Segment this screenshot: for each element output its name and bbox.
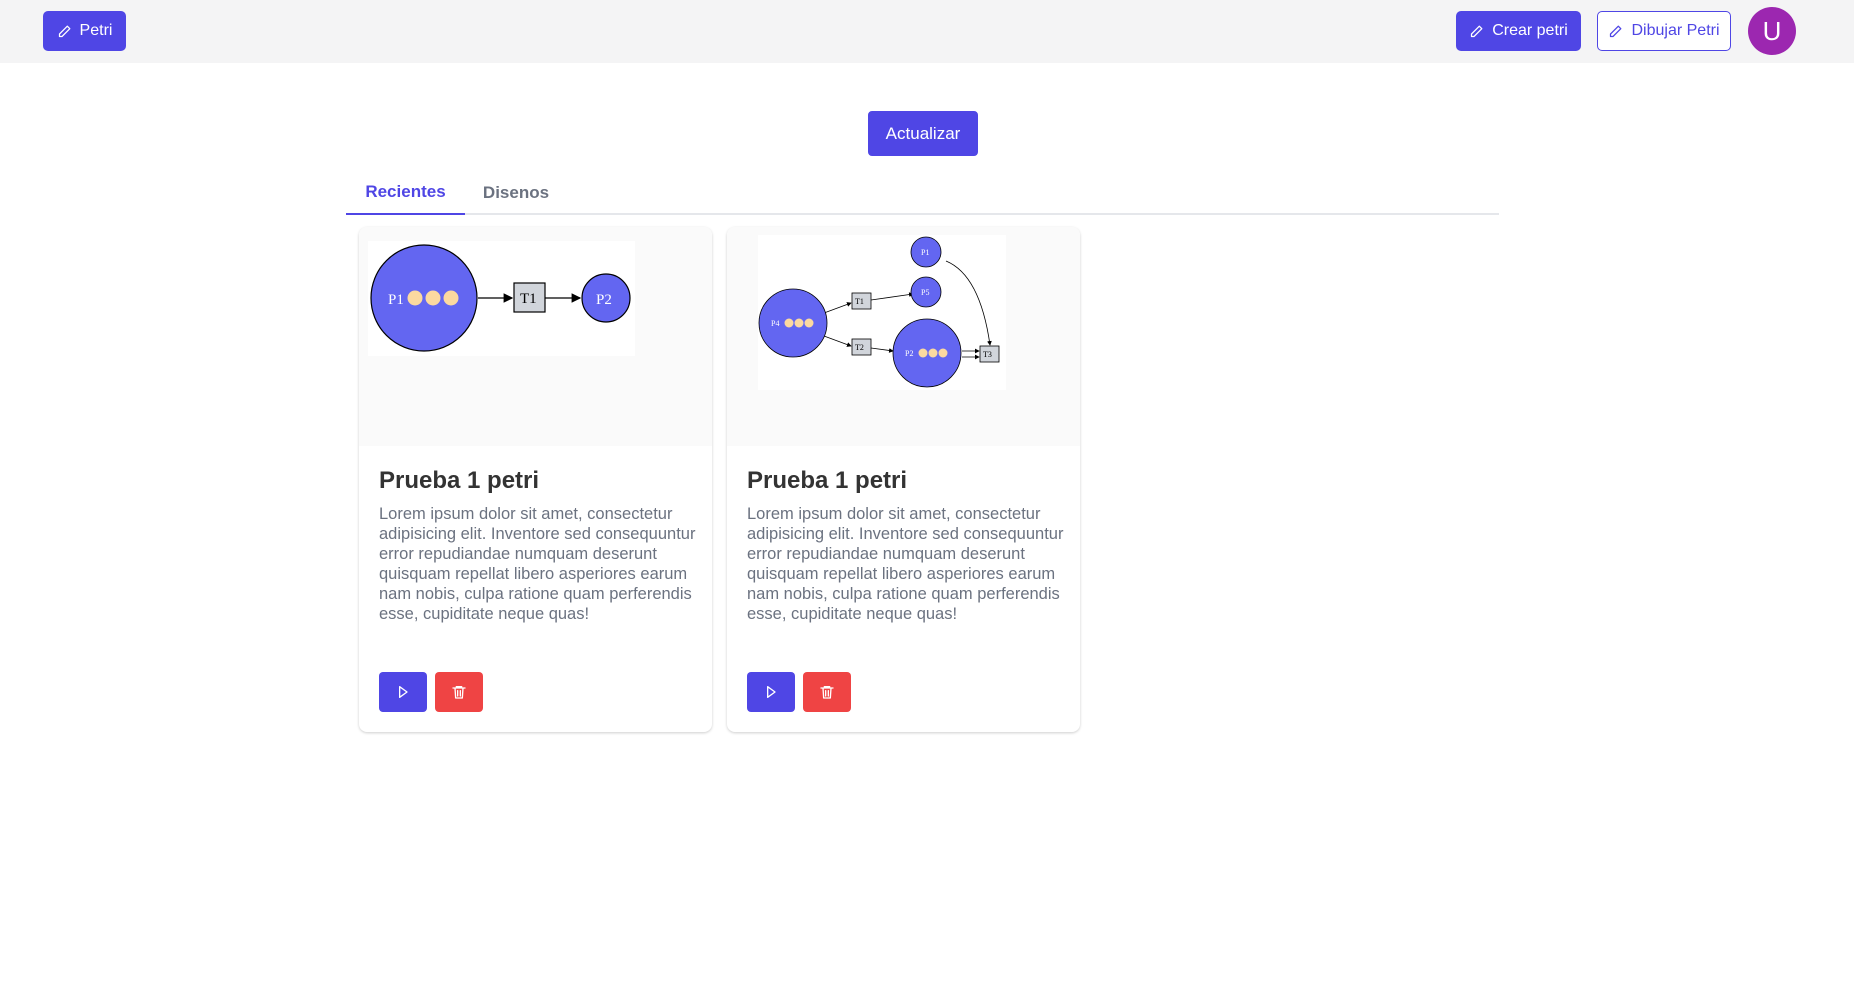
place-p1-label: P1 (388, 292, 404, 308)
navbar: Petri Crear petri Dibujar Petri U (0, 0, 1854, 63)
tab-disenos-label: Disenos (482, 182, 550, 202)
card-description: Lorem ipsum dolor sit amet, consectetur … (747, 505, 1064, 623)
brand-label: Petri (79, 22, 113, 39)
play-button[interactable] (379, 672, 427, 712)
trash-icon (820, 686, 834, 699)
place-p2-label: P2 (596, 292, 612, 308)
arc-t2-p2 (870, 347, 894, 353)
card-title: Prueba 1 petri (379, 467, 540, 494)
place-p1 (370, 244, 478, 352)
pencil-icon (1471, 25, 1483, 37)
dibujar-petri-button[interactable]: Dibujar Petri (1597, 11, 1731, 51)
place-p1-label: P1 (921, 248, 929, 257)
token (407, 290, 423, 306)
place-p4-label: P4 (771, 319, 779, 328)
card-media: P1 P5 P4 P2 T1 T2 T3 (727, 227, 1080, 446)
transition-t3-label: T3 (983, 350, 992, 359)
avatar-initial: U (1762, 15, 1782, 46)
arc-p4-t1 (823, 302, 852, 314)
token (928, 348, 938, 358)
user-avatar[interactable]: U (1748, 7, 1796, 55)
petri-card: P1 T1 P2 Prueba 1 petri Lorem ipsum dolo… (359, 227, 712, 732)
petri-diagram: P1 T1 P2 (368, 241, 635, 356)
delete-button[interactable] (435, 672, 483, 712)
card-description: Lorem ipsum dolor sit amet, consectetur … (379, 505, 696, 623)
arc-p4-t2 (823, 335, 852, 347)
token (804, 318, 814, 328)
token (918, 348, 928, 358)
token (784, 318, 794, 328)
token (938, 348, 948, 358)
transition-t1-label: T1 (855, 297, 864, 306)
pencil-icon (58, 25, 70, 37)
trash-icon (452, 686, 466, 699)
tab-recientes-label: Recientes (365, 181, 446, 201)
token (794, 318, 804, 328)
place-p2-label: P2 (905, 349, 913, 358)
crear-petri-button[interactable]: Crear petri (1456, 11, 1581, 51)
dibujar-petri-label: Dibujar Petri (1631, 22, 1720, 39)
play-button[interactable] (747, 672, 795, 712)
play-icon (767, 686, 776, 698)
petri-diagram: P1 P5 P4 P2 T1 T2 T3 (758, 235, 1006, 390)
actualizar-label: Actualizar (885, 123, 961, 143)
transition-t1-label: T1 (520, 291, 537, 307)
transition-t2-label: T2 (855, 343, 864, 352)
place-p5-label: P5 (921, 288, 929, 297)
delete-button[interactable] (803, 672, 851, 712)
play-icon (399, 686, 408, 698)
pencil-icon (1610, 25, 1622, 37)
brand-petri-button[interactable]: Petri (43, 11, 126, 51)
tabs-bar: Recientes Disenos (346, 170, 1499, 215)
petri-card: P1 P5 P4 P2 T1 T2 T3 Prueba 1 petri Lore… (727, 227, 1080, 732)
token (443, 290, 459, 306)
card-media: P1 T1 P2 (359, 227, 712, 446)
card-title: Prueba 1 petri (747, 467, 908, 494)
tab-recientes[interactable]: Recientes (346, 170, 465, 215)
tab-disenos[interactable]: Disenos (465, 170, 567, 215)
token (425, 290, 441, 306)
crear-petri-label: Crear petri (1492, 22, 1568, 39)
arc-t1-p5 (870, 292, 914, 301)
actualizar-button[interactable]: Actualizar (868, 111, 978, 156)
